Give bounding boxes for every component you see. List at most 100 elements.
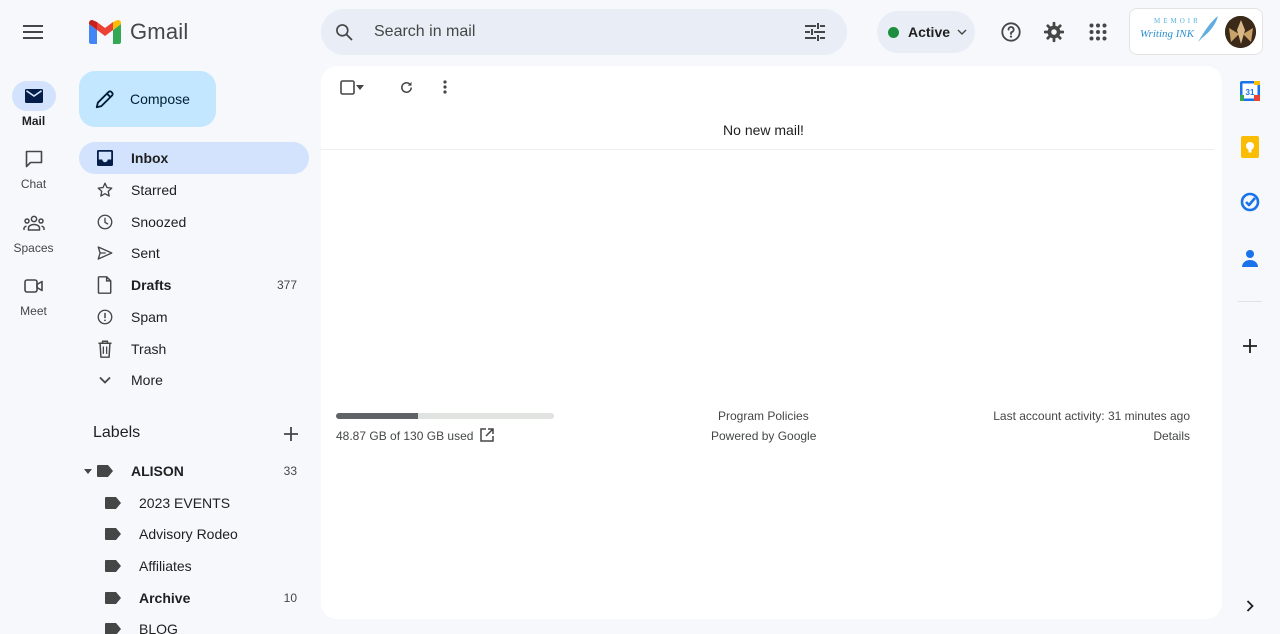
nav-label: Inbox bbox=[131, 150, 169, 166]
nav-label: Starred bbox=[131, 182, 177, 198]
status-label: Active bbox=[908, 24, 951, 40]
side-panel-divider bbox=[1238, 301, 1262, 302]
label-name: Archive bbox=[139, 590, 191, 606]
nav-item-more[interactable]: More bbox=[79, 364, 309, 396]
label-name: Advisory Rodeo bbox=[139, 526, 238, 542]
label-item-advisory-rodeo[interactable]: Advisory Rodeo bbox=[79, 518, 309, 550]
label-icon bbox=[105, 497, 121, 509]
rail-item-spaces[interactable]: Spaces bbox=[0, 208, 67, 255]
tasks-icon bbox=[1240, 192, 1260, 212]
nav-label: Spam bbox=[131, 309, 168, 325]
label-name: BLOG bbox=[139, 621, 178, 634]
label-item-blog[interactable]: BLOG bbox=[79, 613, 309, 634]
chevron-right-icon bbox=[1246, 600, 1254, 612]
nav-item-spam[interactable]: Spam bbox=[79, 301, 309, 333]
help-button[interactable] bbox=[991, 12, 1031, 52]
avatar[interactable] bbox=[1225, 15, 1256, 48]
keep-icon bbox=[1241, 136, 1259, 158]
program-policies-link[interactable]: Program Policies bbox=[718, 409, 809, 423]
organization-logo: MEMOIR Writing INK bbox=[1136, 14, 1218, 50]
search-button[interactable] bbox=[324, 12, 364, 52]
labels-heading: Labels bbox=[93, 424, 141, 441]
calendar-icon: 31 bbox=[1240, 81, 1260, 101]
nav-item-snoozed[interactable]: Snoozed bbox=[79, 206, 309, 238]
refresh-button[interactable] bbox=[391, 72, 421, 102]
caret-down-icon[interactable] bbox=[84, 468, 92, 474]
nav-label: Sent bbox=[131, 245, 160, 261]
search-bar[interactable]: Search in mail bbox=[321, 9, 847, 55]
nav-item-trash[interactable]: Trash bbox=[79, 333, 309, 365]
open-in-new-icon bbox=[480, 428, 494, 442]
contacts-icon bbox=[1242, 250, 1258, 267]
refresh-icon bbox=[400, 81, 412, 93]
show-side-panel-button[interactable] bbox=[1236, 592, 1264, 620]
add-icon bbox=[284, 427, 298, 441]
label-item-archive[interactable]: Archive 10 bbox=[79, 582, 309, 614]
calendar-app-button[interactable]: 31 bbox=[1236, 77, 1264, 105]
logo-text-bottom: Writing INK bbox=[1140, 27, 1195, 40]
compose-label: Compose bbox=[130, 91, 190, 107]
nav-label: More bbox=[131, 372, 163, 388]
avatar-image bbox=[1225, 15, 1256, 48]
manage-storage-link[interactable] bbox=[478, 426, 496, 444]
label-item-affiliates[interactable]: Affiliates bbox=[79, 550, 309, 582]
rail-label: Meet bbox=[20, 304, 47, 318]
caret-down-icon bbox=[356, 84, 364, 90]
label-count: 10 bbox=[283, 591, 297, 605]
nav-item-inbox[interactable]: Inbox bbox=[79, 142, 309, 174]
more-options-button[interactable] bbox=[430, 72, 460, 102]
status-selector[interactable]: Active bbox=[877, 11, 975, 53]
search-icon bbox=[336, 24, 353, 41]
message-list-panel: No new mail! 48.87 GB of 130 GB used Pro… bbox=[321, 66, 1222, 619]
rail-item-chat[interactable]: Chat bbox=[0, 144, 67, 191]
gmail-m-icon bbox=[89, 20, 121, 44]
main-menu-button[interactable] bbox=[13, 12, 53, 52]
rail-item-meet[interactable]: Meet bbox=[0, 271, 67, 318]
storage-meter bbox=[336, 413, 554, 419]
empty-inbox-message: No new mail! bbox=[723, 122, 804, 138]
powered-by-text: Powered by Google bbox=[711, 429, 817, 443]
create-label-button[interactable] bbox=[279, 422, 303, 446]
label-item-2023-events[interactable]: 2023 EVENTS bbox=[79, 487, 309, 519]
nav-count: 377 bbox=[276, 278, 297, 292]
tasks-app-button[interactable] bbox=[1236, 188, 1264, 216]
keep-app-button[interactable] bbox=[1236, 133, 1264, 161]
label-icon bbox=[105, 560, 121, 572]
nav-item-sent[interactable]: Sent bbox=[79, 237, 309, 269]
account-switcher[interactable]: MEMOIR Writing INK bbox=[1129, 8, 1263, 55]
select-options-button[interactable] bbox=[352, 72, 368, 102]
pencil-icon bbox=[95, 90, 114, 109]
search-options-button[interactable] bbox=[803, 20, 827, 44]
chat-icon bbox=[25, 150, 42, 168]
gmail-logo[interactable]: Gmail bbox=[89, 19, 188, 45]
nav-item-starred[interactable]: Starred bbox=[79, 174, 309, 206]
rail-item-mail[interactable]: Mail bbox=[0, 81, 67, 128]
settings-button[interactable] bbox=[1034, 12, 1074, 52]
last-activity-text: Last account activity: 31 minutes ago bbox=[993, 409, 1190, 423]
label-icon bbox=[105, 528, 121, 540]
logo-text-top: MEMOIR bbox=[1154, 16, 1201, 25]
compose-button[interactable]: Compose bbox=[79, 71, 216, 127]
spaces-icon bbox=[22, 215, 45, 231]
help-icon bbox=[1001, 22, 1021, 42]
label-icon bbox=[105, 592, 121, 604]
label-count: 33 bbox=[283, 464, 297, 478]
nav-item-drafts[interactable]: Drafts 377 bbox=[79, 269, 309, 301]
hamburger-icon bbox=[23, 25, 43, 39]
divider bbox=[321, 149, 1214, 150]
activity-details-link[interactable]: Details bbox=[1153, 429, 1190, 443]
contacts-app-button[interactable] bbox=[1236, 244, 1264, 272]
more-vert-icon bbox=[443, 80, 447, 94]
get-addons-button[interactable] bbox=[1236, 332, 1264, 360]
chevron-down-icon bbox=[957, 29, 967, 35]
apps-button[interactable] bbox=[1078, 12, 1118, 52]
storage-usage-text: 48.87 GB of 130 GB used bbox=[336, 429, 474, 443]
app-name: Gmail bbox=[130, 19, 189, 44]
trash-icon bbox=[98, 340, 112, 358]
rail-label: Mail bbox=[21, 114, 46, 128]
search-input[interactable]: Search in mail bbox=[374, 23, 475, 41]
meet-icon bbox=[23, 279, 43, 293]
label-icon bbox=[97, 465, 113, 477]
label-item-alison[interactable]: ALISON 33 bbox=[79, 455, 309, 487]
mail-icon bbox=[24, 89, 43, 103]
